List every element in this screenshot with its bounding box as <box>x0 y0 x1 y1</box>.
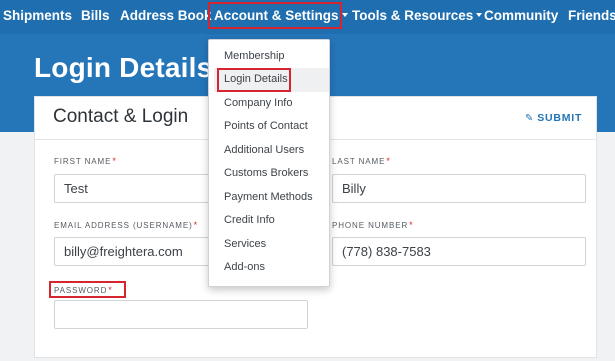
nav-community[interactable]: Community <box>484 0 558 34</box>
password-label-highlight <box>49 281 126 298</box>
menu-item-services[interactable]: Services <box>224 238 266 250</box>
nav-bills[interactable]: Bills <box>81 0 110 34</box>
nav-bills-label: Bills <box>81 8 110 23</box>
menu-item-company-info[interactable]: Company Info <box>224 97 292 109</box>
first-name-label: FIRST NAME* <box>54 156 117 166</box>
caret-down-icon <box>341 13 348 18</box>
nav-address-book[interactable]: Address Book <box>120 0 212 34</box>
required-mark: * <box>409 220 414 230</box>
nav-tools-resources[interactable]: Tools & Resources <box>352 0 483 34</box>
email-label: EMAIL ADDRESS (USERNAME)* <box>54 220 198 230</box>
first-name-value: Test <box>64 181 88 196</box>
menu-item-additional-users[interactable]: Additional Users <box>224 144 304 156</box>
last-name-label-text: LAST NAME <box>332 157 386 166</box>
menu-item-customs-brokers[interactable]: Customs Brokers <box>224 167 308 179</box>
required-mark: * <box>193 220 199 230</box>
menu-item-credit-info[interactable]: Credit Info <box>224 214 275 226</box>
menu-item-membership[interactable]: Membership <box>224 50 285 62</box>
nav-address-book-label: Address Book <box>120 8 212 23</box>
menu-item-payment-methods[interactable]: Payment Methods <box>224 191 313 203</box>
menu-item-selected-highlight <box>217 68 291 92</box>
nav-friends-label: Friends <box>568 8 615 23</box>
nav-shipments[interactable]: Shipments <box>3 0 72 34</box>
submit-button[interactable]: ✎ SUBMIT <box>525 112 582 124</box>
phone-label: PHONE NUMBER* <box>332 220 414 230</box>
nav-tools-resources-label: Tools & Resources <box>352 8 474 23</box>
first-name-label-text: FIRST NAME <box>54 157 112 166</box>
email-value: billy@freightera.com <box>64 244 183 259</box>
last-name-field[interactable]: Billy <box>332 174 586 203</box>
password-field[interactable] <box>54 300 308 329</box>
last-name-label: LAST NAME* <box>332 156 391 166</box>
required-mark: * <box>112 156 117 166</box>
nav-active-highlight <box>208 2 342 29</box>
page-title: Login Details <box>34 52 213 83</box>
card-title: Contact & Login <box>53 106 189 127</box>
phone-label-text: PHONE NUMBER <box>332 221 409 230</box>
submit-label: SUBMIT <box>537 112 583 124</box>
menu-item-points-of-contact[interactable]: Points of Contact <box>224 120 308 132</box>
phone-field[interactable]: (778) 838-7583 <box>332 237 586 266</box>
last-name-value: Billy <box>342 181 366 196</box>
pencil-icon: ✎ <box>525 113 535 124</box>
nav-friends[interactable]: Friends <box>568 0 615 34</box>
caret-down-icon <box>476 13 483 18</box>
email-label-text: EMAIL ADDRESS (USERNAME) <box>54 221 193 230</box>
phone-value: (778) 838-7583 <box>342 244 431 259</box>
required-mark: * <box>386 156 391 166</box>
menu-item-add-ons[interactable]: Add-ons <box>224 261 265 273</box>
nav-shipments-label: Shipments <box>3 8 73 23</box>
nav-community-label: Community <box>484 8 559 23</box>
